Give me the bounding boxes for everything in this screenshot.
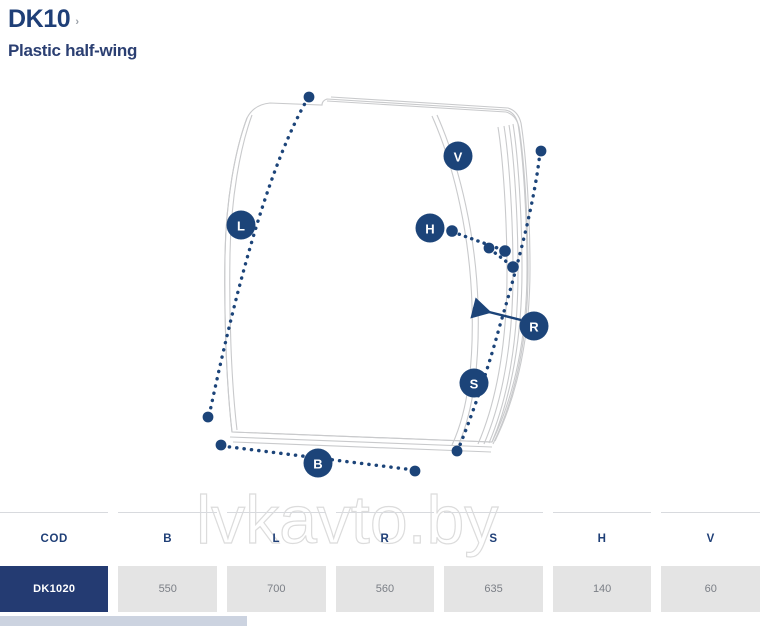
cell-cod: DK1020 (0, 566, 109, 612)
cell-v: 60 (661, 566, 760, 612)
table-header-row: COD B L R S H V (0, 512, 760, 564)
table-row: DK1020 550 700 560 635 140 60 (0, 566, 760, 612)
svg-text:R: R (529, 320, 539, 335)
svg-text:L: L (237, 219, 245, 234)
bottom-strip (0, 616, 247, 626)
technical-drawing: L B V H S R (0, 80, 760, 500)
cell-s: 635 (444, 566, 543, 612)
specification-table: COD B L R S H V DK1020 550 700 560 635 1… (0, 512, 760, 612)
svg-text:V: V (454, 150, 463, 165)
cell-r: 560 (335, 566, 435, 612)
column-header-h: H (552, 512, 652, 564)
svg-text:B: B (313, 457, 322, 472)
dimension-s: S (451, 145, 547, 457)
cell-b: 550 (118, 566, 218, 612)
page-header: DK10 › Plastic half-wing (8, 4, 137, 61)
cell-h: 140 (552, 566, 652, 612)
column-header-b: B (118, 512, 218, 564)
page-title: DK10 (8, 5, 71, 33)
column-header-l: L (227, 512, 326, 564)
panel-outline (224, 96, 531, 453)
chevron-right-icon: › (75, 16, 79, 28)
column-header-r: R (335, 512, 435, 564)
column-header-s: S (444, 512, 543, 564)
cell-l: 700 (227, 566, 326, 612)
svg-text:H: H (425, 222, 434, 237)
title-row: DK10 › (8, 4, 137, 34)
product-spec-page: DK10 › Plastic half-wing L B V H S R lvk… (0, 0, 760, 626)
dimension-l: L (202, 91, 315, 423)
product-subtitle: Plastic half-wing (8, 41, 138, 60)
svg-text:S: S (470, 377, 479, 392)
column-header-v: V (661, 512, 760, 564)
column-header-cod: COD (0, 512, 109, 564)
